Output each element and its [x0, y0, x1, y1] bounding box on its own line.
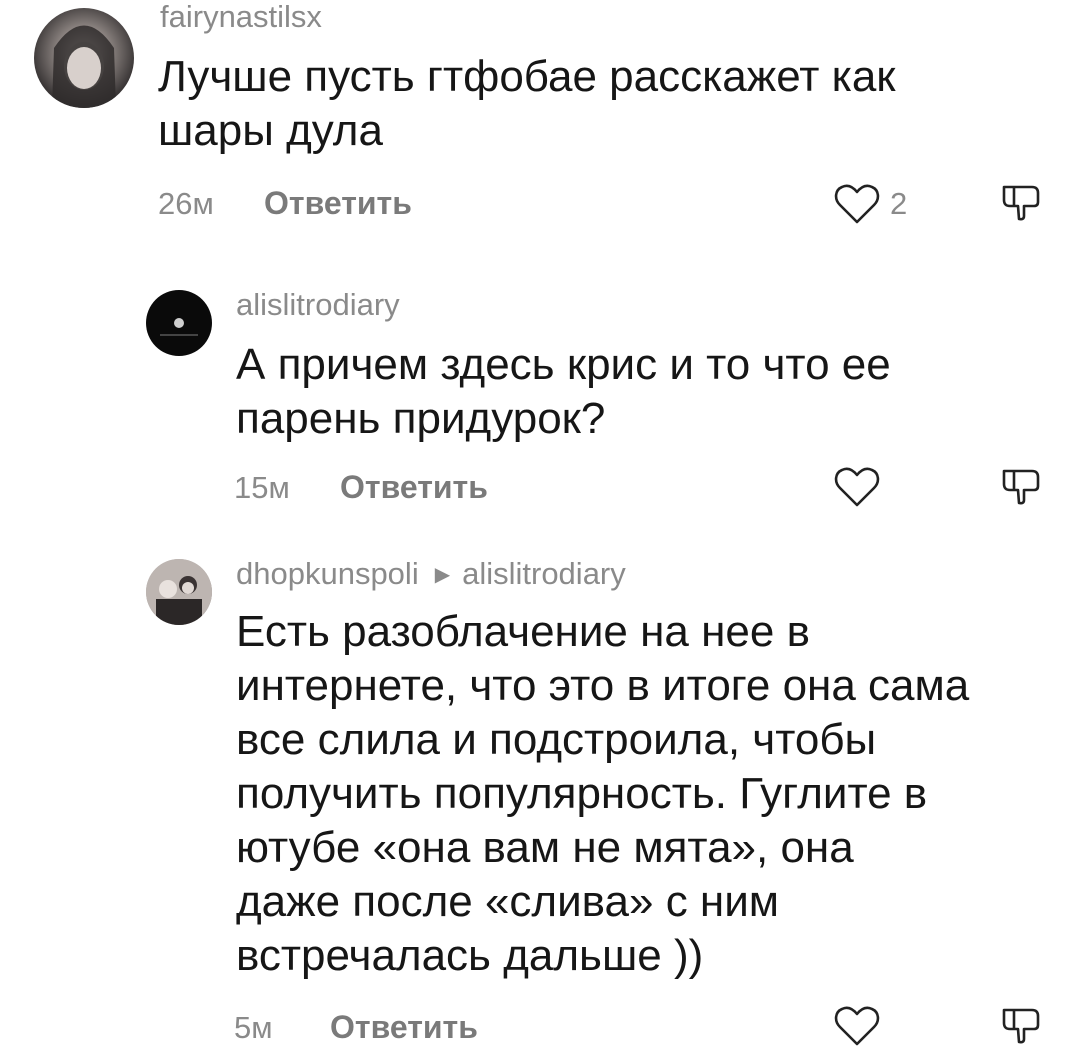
- reply-to-username[interactable]: alislitrodiary: [462, 556, 626, 591]
- comment-1: fairynastilsx Лучше пусть гтфобае расска…: [0, 0, 1080, 250]
- reply-button[interactable]: Ответить: [264, 185, 412, 222]
- thumbs-down-icon[interactable]: [1000, 466, 1042, 508]
- comment-time: 15м: [234, 470, 290, 505]
- moon-dark-circle-icon: [160, 318, 198, 336]
- comment-username-text[interactable]: dhopkunspoli: [236, 556, 419, 591]
- comment-2: alislitrodiary А причем здесь крис и то …: [0, 280, 1080, 520]
- comment-line: ютубе «она вам не мята», она: [236, 823, 854, 872]
- comment-line: А причем здесь крис и то что ее: [236, 340, 891, 389]
- comment-line: Есть разоблачение на нее в: [236, 607, 810, 656]
- comment-line: даже после «слива» с ним: [236, 877, 780, 926]
- comment-line: парень придурок?: [236, 394, 606, 443]
- reply-button[interactable]: Ответить: [330, 1009, 478, 1046]
- profile-photo-icon: [52, 25, 116, 108]
- comment-username[interactable]: alislitrodiary: [236, 288, 400, 322]
- comment-text: А причем здесь крис и то что ее парень п…: [236, 338, 891, 446]
- thumbs-down-icon[interactable]: [1000, 1005, 1042, 1047]
- comment-line: все слила и подстроила, чтобы: [236, 715, 877, 764]
- avatar[interactable]: [146, 559, 212, 625]
- comment-line: получить популярность. Гуглите в: [236, 769, 928, 818]
- comment-username[interactable]: dhopkunspoli ▶ alislitrodiary: [236, 557, 626, 592]
- group-photo-icon: [146, 559, 212, 625]
- avatar[interactable]: [146, 290, 212, 356]
- comment-text: Лучше пусть гтфобае расскажет как шары д…: [158, 50, 896, 158]
- comment-3: dhopkunspoli ▶ alislitrodiary Есть разобла…: [0, 555, 1080, 1052]
- comment-line: встречалась дальше )): [236, 931, 704, 980]
- comment-line: шары дула: [158, 106, 383, 155]
- comment-username[interactable]: fairynastilsx: [160, 0, 322, 34]
- reply-button[interactable]: Ответить: [340, 469, 488, 506]
- heart-outline-icon[interactable]: [834, 183, 880, 225]
- heart-outline-icon[interactable]: [834, 1005, 880, 1047]
- thumbs-down-icon[interactable]: [1000, 182, 1042, 224]
- comment-line: Лучше пусть гтфобае расскажет как: [158, 52, 896, 101]
- comment-time: 5м: [234, 1010, 273, 1045]
- comment-time: 26м: [158, 186, 214, 221]
- avatar[interactable]: [34, 8, 134, 108]
- comment-line: интернете, что это в итоге она сама: [236, 661, 970, 710]
- heart-outline-icon[interactable]: [834, 466, 880, 508]
- like-count: 2: [890, 186, 908, 221]
- comment-text: Есть разоблачение на нее в интернете, чт…: [236, 605, 969, 983]
- triangle-right-icon: ▶: [434, 564, 451, 586]
